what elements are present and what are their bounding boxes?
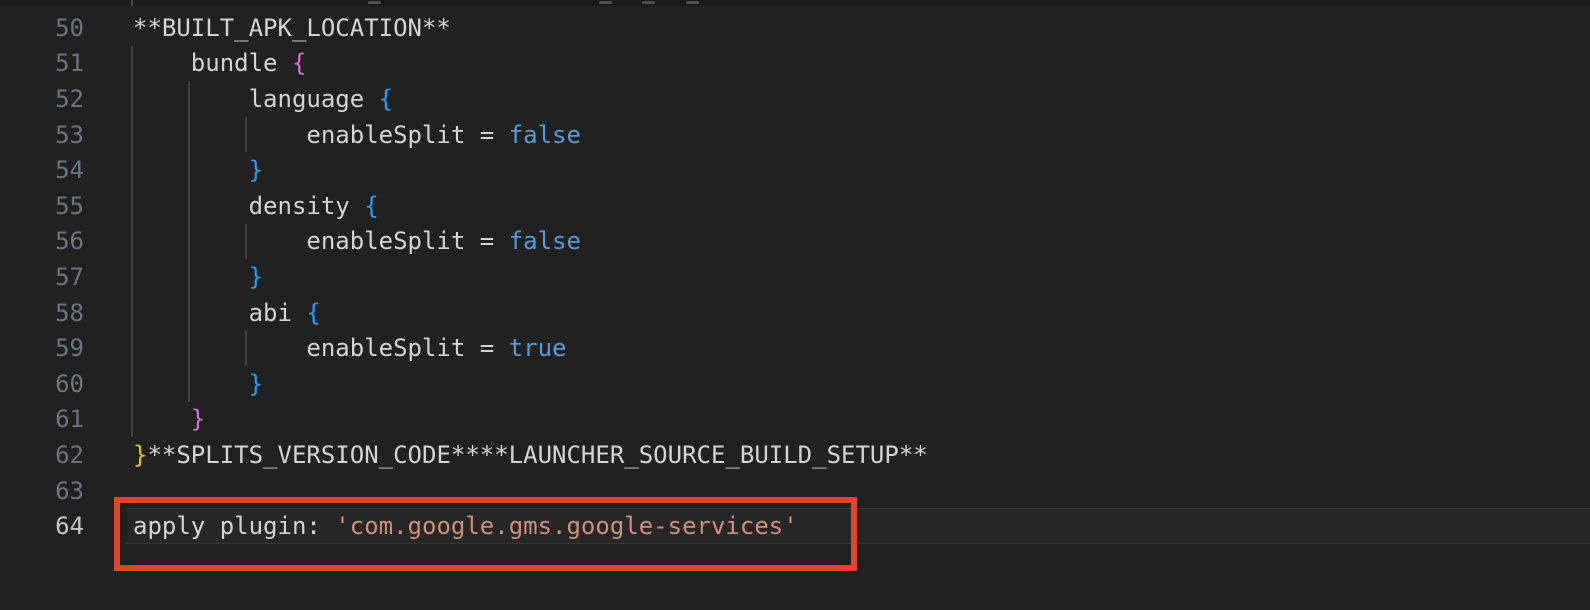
clipped-previous-line: [0, 0, 1590, 6]
code-line[interactable]: 55 density {: [0, 188, 1590, 224]
code-line[interactable]: 53 enableSplit = false: [0, 117, 1590, 153]
code-text[interactable]: }: [84, 405, 205, 433]
code-text[interactable]: enableSplit = false: [84, 121, 581, 149]
code-token: [133, 156, 249, 184]
code-token: language: [133, 85, 379, 113]
code-text[interactable]: }: [84, 263, 263, 291]
code-text[interactable]: abi {: [84, 299, 321, 327]
line-number[interactable]: 61: [0, 405, 84, 433]
code-token: enableSplit =: [133, 121, 509, 149]
code-token: [133, 405, 191, 433]
indent-guide-remnant: [131, 0, 133, 6]
code-line[interactable]: 64apply plugin: 'com.google.gms.google-s…: [0, 508, 1590, 544]
code-line[interactable]: 50 **BUILT_APK_LOCATION**: [0, 10, 1590, 46]
code-text[interactable]: apply plugin: 'com.google.gms.google-ser…: [84, 512, 798, 540]
code-text[interactable]: language {: [84, 85, 393, 113]
code-line[interactable]: 62}**SPLITS_VERSION_CODE****LAUNCHER_SOU…: [0, 437, 1590, 473]
code-token: }: [191, 405, 205, 433]
code-text[interactable]: enableSplit = true: [84, 334, 566, 362]
line-number[interactable]: 50: [0, 14, 84, 42]
code-token: }: [249, 263, 263, 291]
code-line[interactable]: 56 enableSplit = false: [0, 224, 1590, 260]
code-lines: 50**BUILT_APK_LOCATION**51 bundle {52 la…: [0, 6, 1590, 544]
code-text[interactable]: **BUILT_APK_LOCATION**: [84, 14, 451, 42]
code-line[interactable]: 51 bundle {: [0, 46, 1590, 82]
code-token: }: [133, 441, 147, 469]
line-number[interactable]: 58: [0, 299, 84, 327]
code-token: bundle: [133, 49, 292, 77]
code-token: enableSplit =: [133, 334, 509, 362]
code-token: false: [509, 121, 581, 149]
code-text[interactable]: bundle {: [84, 49, 306, 77]
line-number[interactable]: 60: [0, 370, 84, 398]
code-text[interactable]: }**SPLITS_VERSION_CODE****LAUNCHER_SOURC…: [84, 441, 928, 469]
code-token: **BUILT_APK_LOCATION**: [133, 14, 451, 42]
code-editor: 50**BUILT_APK_LOCATION**51 bundle {52 la…: [0, 0, 1590, 610]
code-token: {: [364, 192, 378, 220]
line-number[interactable]: 55: [0, 192, 84, 220]
clipped-text-remnant: [686, 1, 699, 4]
code-token: [133, 370, 249, 398]
line-number[interactable]: 63: [0, 477, 84, 505]
code-text[interactable]: enableSplit = false: [84, 227, 581, 255]
code-line[interactable]: 61 }: [0, 402, 1590, 438]
line-number[interactable]: 52: [0, 85, 84, 113]
code-token: 'com.google.gms.google-services': [335, 512, 797, 540]
code-token: enableSplit =: [133, 227, 509, 255]
code-token: }: [249, 370, 263, 398]
code-text[interactable]: density {: [84, 192, 379, 220]
line-number[interactable]: 57: [0, 263, 84, 291]
code-token: {: [292, 49, 306, 77]
code-token: abi: [133, 299, 306, 327]
code-line[interactable]: 60 }: [0, 366, 1590, 402]
code-token: false: [509, 227, 581, 255]
line-number[interactable]: 56: [0, 227, 84, 255]
code-token: density: [133, 192, 364, 220]
line-number[interactable]: 59: [0, 334, 84, 362]
code-token: {: [306, 299, 320, 327]
code-line[interactable]: 57 }: [0, 259, 1590, 295]
code-token: apply plugin:: [133, 512, 335, 540]
code-line[interactable]: 52 language {: [0, 81, 1590, 117]
code-token: true: [509, 334, 567, 362]
code-line[interactable]: 54 }: [0, 152, 1590, 188]
code-text[interactable]: }: [84, 156, 263, 184]
clipped-text-remnant: [642, 1, 655, 4]
code-line[interactable]: 58 abi {: [0, 295, 1590, 331]
clipped-text-remnant: [368, 1, 381, 4]
code-text[interactable]: }: [84, 370, 263, 398]
clipped-text-remnant: [599, 1, 612, 4]
line-number[interactable]: 53: [0, 121, 84, 149]
line-number[interactable]: 64: [0, 512, 84, 540]
code-token: [133, 263, 249, 291]
line-number[interactable]: 51: [0, 49, 84, 77]
code-line[interactable]: 63: [0, 473, 1590, 509]
code-token: {: [379, 85, 393, 113]
line-number[interactable]: 54: [0, 156, 84, 184]
code-token: **SPLITS_VERSION_CODE****LAUNCHER_SOURCE…: [147, 441, 927, 469]
code-line[interactable]: 59 enableSplit = true: [0, 330, 1590, 366]
code-token: }: [249, 156, 263, 184]
line-number[interactable]: 62: [0, 441, 84, 469]
